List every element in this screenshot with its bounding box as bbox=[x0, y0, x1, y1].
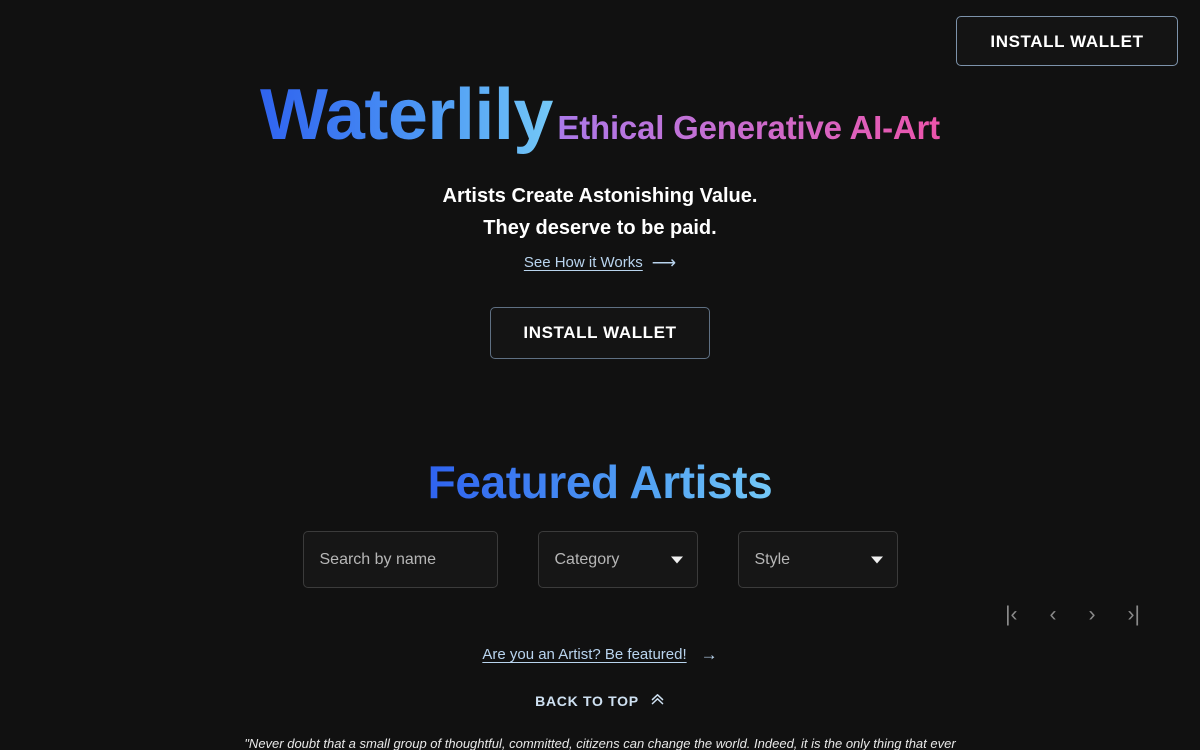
category-select-label: Category bbox=[554, 550, 620, 568]
how-it-works-row: See How it Works ⟶ bbox=[0, 254, 1200, 271]
tagline: Artists Create Astonishing Value. They d… bbox=[0, 180, 1200, 244]
be-featured-link[interactable]: Are you an Artist? Be featured! bbox=[482, 646, 686, 663]
filter-bar: Search by name Category Style bbox=[0, 531, 1200, 588]
chevron-up-double-icon bbox=[650, 692, 665, 710]
hero-section: Waterlily Ethical Generative AI-Art Arti… bbox=[0, 75, 1200, 359]
first-page-icon[interactable]: |‹ bbox=[1001, 600, 1021, 629]
arrow-right-icon: ⟶ bbox=[651, 252, 677, 272]
chevron-down-icon bbox=[670, 556, 683, 563]
featured-artists-title: Featured Artists bbox=[427, 456, 773, 508]
featured-artists-section: Featured Artists Search by name Category… bbox=[0, 455, 1200, 588]
category-select[interactable]: Category bbox=[537, 531, 698, 588]
next-page-icon[interactable]: › bbox=[1085, 600, 1100, 629]
pagination-controls: |‹ ‹ › ›| bbox=[1001, 600, 1144, 629]
top-bar: INSTALL WALLET bbox=[0, 0, 1200, 84]
hero-cta: INSTALL WALLET bbox=[0, 306, 1200, 359]
search-input-placeholder: Search by name bbox=[319, 550, 437, 568]
footer-quote: "Never doubt that a small group of thoug… bbox=[244, 736, 956, 750]
install-wallet-button-hero[interactable]: INSTALL WALLET bbox=[490, 306, 710, 359]
back-to-top-button[interactable]: BACK TO TOP bbox=[0, 692, 1200, 710]
be-featured-row: Are you an Artist? Be featured! → bbox=[0, 646, 1200, 663]
tagline-line-2: They deserve to be paid. bbox=[483, 216, 717, 239]
previous-page-icon[interactable]: ‹ bbox=[1046, 600, 1061, 629]
back-to-top-label: BACK TO TOP bbox=[535, 693, 639, 709]
brand-title: Waterlily bbox=[260, 75, 553, 155]
install-wallet-button-header[interactable]: INSTALL WALLET bbox=[956, 16, 1178, 66]
chevron-down-icon bbox=[870, 556, 883, 563]
tagline-line-1: Artists Create Astonishing Value. bbox=[442, 184, 758, 207]
see-how-it-works-link[interactable]: See How it Works bbox=[524, 254, 643, 271]
last-page-icon[interactable]: ›| bbox=[1124, 600, 1144, 629]
style-select-label: Style bbox=[754, 550, 791, 568]
arrow-right-icon: → bbox=[700, 645, 718, 664]
search-input[interactable]: Search by name bbox=[302, 531, 498, 588]
style-select[interactable]: Style bbox=[737, 531, 898, 588]
brand-subtitle: Ethical Generative AI-Art bbox=[557, 109, 940, 146]
